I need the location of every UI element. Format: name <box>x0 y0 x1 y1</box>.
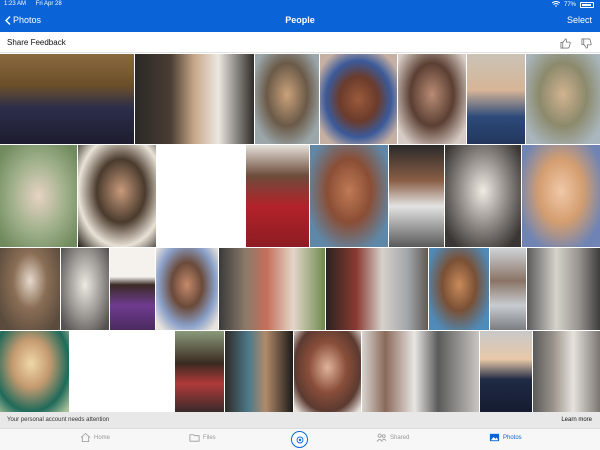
photo-tile[interactable] <box>294 331 361 412</box>
photo-tile[interactable] <box>70 331 174 412</box>
photo-tile[interactable] <box>0 331 69 412</box>
status-date: Fri Apr 28 <box>35 1 62 7</box>
learn-more-link[interactable]: Learn more <box>561 417 592 423</box>
home-icon <box>80 432 91 443</box>
photo-tile[interactable] <box>526 54 600 144</box>
tab-photos[interactable]: Photos <box>489 432 522 443</box>
camera-icon <box>296 436 303 443</box>
photo-tile[interactable] <box>219 248 325 330</box>
photo-tile[interactable] <box>480 331 532 412</box>
photo-tile[interactable] <box>175 331 224 412</box>
wifi-icon <box>551 1 561 9</box>
nav-bar: Photos People Select <box>0 10 600 32</box>
people-photo-grid <box>0 54 600 412</box>
photo-tile[interactable] <box>0 248 60 330</box>
thumbs-down-icon[interactable] <box>581 36 592 54</box>
photos-icon <box>489 433 500 442</box>
tab-bar: Home Files Shared Photos <box>0 428 600 450</box>
camera-button[interactable] <box>291 431 308 448</box>
photo-tile[interactable] <box>135 54 254 144</box>
photo-tile[interactable] <box>527 248 600 330</box>
people-icon <box>376 433 387 442</box>
tab-files[interactable]: Files <box>189 432 216 443</box>
thumbs-up-icon[interactable] <box>560 36 571 54</box>
photo-tile[interactable] <box>0 54 134 144</box>
battery-percent: 77% <box>563 2 576 8</box>
tab-photos-label: Photos <box>503 434 522 441</box>
status-bar: 1:23 AM Fri Apr 28 77% <box>0 0 600 10</box>
page-title: People <box>285 15 315 25</box>
photo-tile[interactable] <box>398 54 466 144</box>
photo-tile[interactable] <box>362 331 479 412</box>
photo-tile[interactable] <box>522 145 600 247</box>
photo-tile[interactable] <box>255 54 319 144</box>
status-time: 1:23 AM <box>4 1 27 7</box>
photo-tile[interactable] <box>389 145 444 247</box>
account-attention-banner: Your personal account needs attention Le… <box>0 412 600 428</box>
photo-tile[interactable] <box>61 248 109 330</box>
select-button[interactable]: Select <box>567 15 592 25</box>
photo-tile[interactable] <box>225 331 293 412</box>
share-feedback-label: Share Feedback <box>7 38 66 47</box>
photo-tile[interactable] <box>157 145 245 247</box>
photo-tile[interactable] <box>533 331 600 412</box>
photo-tile[interactable] <box>310 145 388 247</box>
photo-tile[interactable] <box>445 145 521 247</box>
photo-tile[interactable] <box>429 248 489 330</box>
photo-tile[interactable] <box>78 145 156 247</box>
battery-icon <box>580 2 594 8</box>
photo-tile[interactable] <box>110 248 155 330</box>
feedback-row: Share Feedback <box>0 32 600 53</box>
tab-shared-label: Shared <box>390 434 410 441</box>
photo-tile[interactable] <box>467 54 525 144</box>
photo-tile[interactable] <box>326 248 428 330</box>
photo-tile[interactable] <box>490 248 526 330</box>
banner-message: Your personal account needs attention <box>7 417 110 423</box>
photo-tile[interactable] <box>0 145 77 247</box>
photo-tile[interactable] <box>246 145 309 247</box>
photo-tile[interactable] <box>320 54 397 144</box>
tab-shared[interactable]: Shared <box>376 432 409 443</box>
tab-files-label: Files <box>203 434 216 441</box>
tab-home[interactable]: Home <box>80 432 110 443</box>
tab-home-label: Home <box>94 434 111 441</box>
photo-tile[interactable] <box>156 248 218 330</box>
folder-icon <box>189 434 200 442</box>
